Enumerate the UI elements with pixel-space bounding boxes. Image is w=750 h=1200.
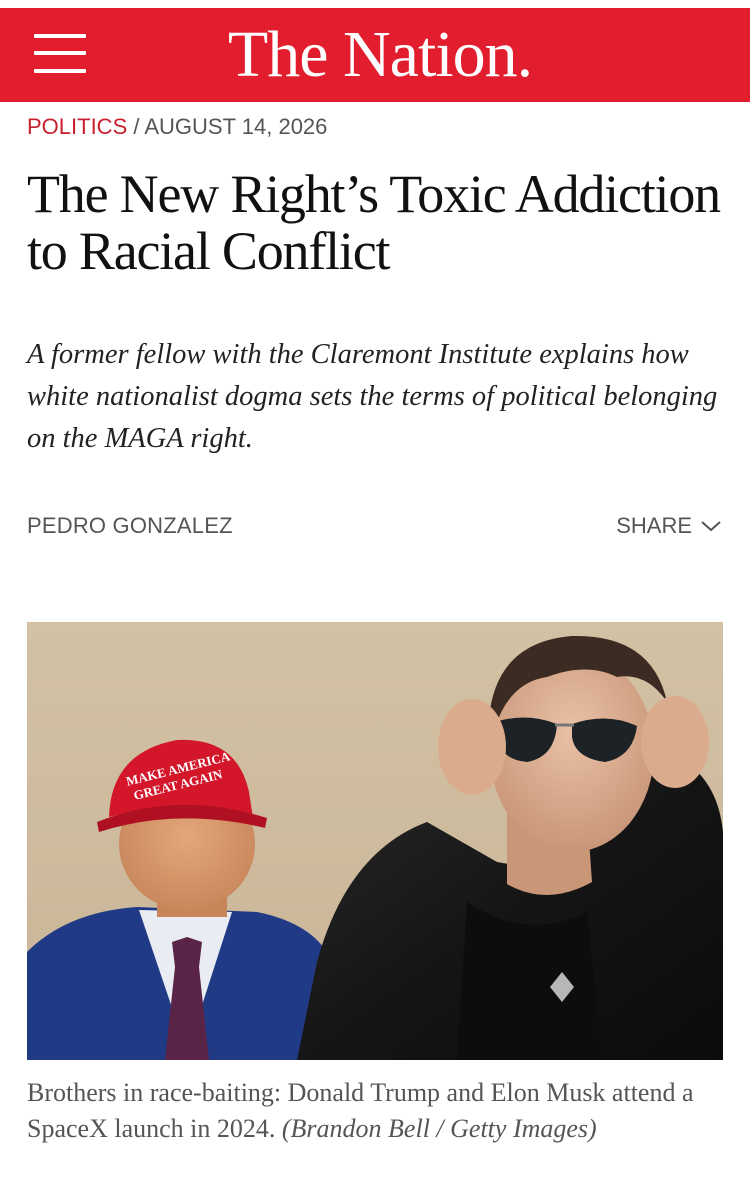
chevron-down-icon xyxy=(701,521,721,532)
article-headline: The New Right’s Toxic Addiction to Racia… xyxy=(27,164,721,281)
site-header: The Nation. xyxy=(0,8,750,102)
publish-date: AUGUST 14, 2026 xyxy=(144,114,328,139)
article-photo: MAKE AMERICA GREAT AGAIN xyxy=(27,622,723,1060)
photo-caption: Brothers in race-baiting: Donald Trump a… xyxy=(27,1075,723,1147)
photo-credit: (Brandon Bell / Getty Images) xyxy=(281,1114,597,1143)
hamburger-menu-icon[interactable] xyxy=(34,32,86,76)
article-dek: A former fellow with the Claremont Insti… xyxy=(27,339,718,454)
article-meta: POLITICS / AUGUST 14, 2026 xyxy=(27,113,327,141)
site-logo[interactable]: The Nation. xyxy=(200,18,560,92)
share-button[interactable]: SHARE xyxy=(616,512,722,540)
meta-separator: / xyxy=(127,114,145,139)
section-link[interactable]: POLITICS xyxy=(27,114,127,139)
author-byline[interactable]: PEDRO GONZALEZ xyxy=(27,512,233,540)
share-label: SHARE xyxy=(616,513,692,538)
